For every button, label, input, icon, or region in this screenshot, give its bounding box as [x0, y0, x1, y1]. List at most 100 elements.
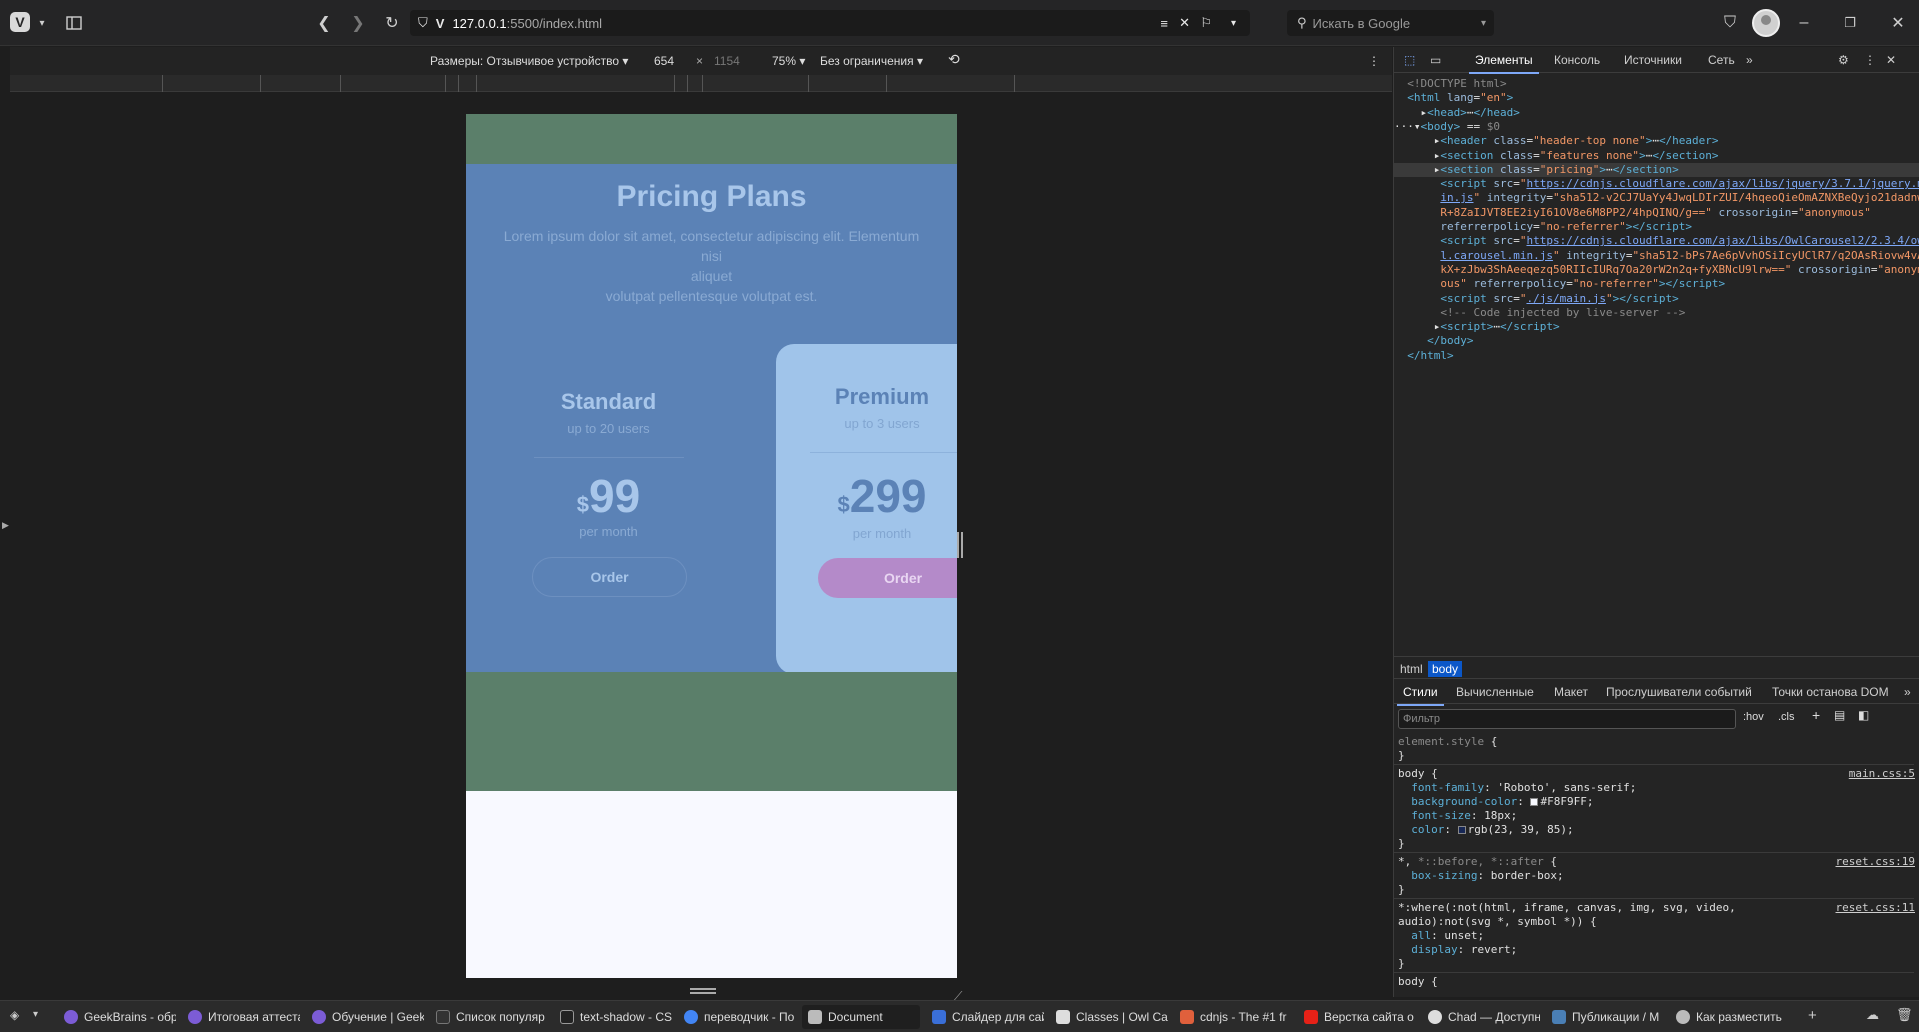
tab-network[interactable]: Сеть: [1708, 53, 1735, 67]
dom-line[interactable]: kX+zJbw3ShAeeqezq50RIIcIURq7Oa20rW2n2q+f…: [1394, 263, 1919, 277]
zoom-select[interactable]: 75% ▾: [772, 54, 805, 68]
browser-tab[interactable]: Итоговая аттеста: [182, 1005, 300, 1029]
browser-tab[interactable]: Публикации / M: [1546, 1005, 1664, 1029]
order-button-premium[interactable]: Order: [818, 558, 957, 598]
source-link[interactable]: reset.css:11: [1836, 901, 1915, 915]
gear-icon[interactable]: ⚙: [1838, 53, 1849, 67]
dom-tree[interactable]: <!DOCTYPE html> <html lang="en"> ▸<head>…: [1394, 77, 1919, 657]
styles-filter-input[interactable]: Фильтр: [1398, 709, 1736, 729]
back-icon[interactable]: ❮: [312, 11, 336, 35]
minimize-icon[interactable]: –: [1792, 11, 1816, 35]
dom-line[interactable]: ous" referrerpolicy="no-referrer"></scri…: [1394, 277, 1919, 291]
reload-icon[interactable]: ↻: [380, 11, 404, 35]
add-rule-icon[interactable]: +: [1812, 707, 1820, 723]
close-icon[interactable]: ✕: [1886, 11, 1910, 35]
dom-line[interactable]: <script src="./js/main.js"></script>: [1394, 292, 1919, 306]
browser-tab[interactable]: Обучение | Geek: [306, 1005, 424, 1029]
close-icon[interactable]: ✕: [1886, 53, 1896, 67]
crumb-html[interactable]: html: [1396, 661, 1427, 677]
restore-icon[interactable]: ❐: [1838, 11, 1862, 35]
avatar[interactable]: [1752, 9, 1780, 37]
source-link[interactable]: reset.css:19: [1836, 855, 1915, 869]
chevron-down-icon[interactable]: ▾: [33, 1009, 38, 1020]
dom-line[interactable]: <script src="https://cdnjs.cloudflare.co…: [1394, 234, 1919, 248]
order-button-standard[interactable]: Order: [532, 557, 687, 597]
dom-line[interactable]: <script src="https://cdnjs.cloudflare.co…: [1394, 177, 1919, 191]
inspect-icon[interactable]: ⬚: [1404, 53, 1415, 67]
tab-console[interactable]: Консоль: [1554, 53, 1600, 67]
paint-icon[interactable]: ▤: [1834, 708, 1845, 722]
resize-handle-bottom[interactable]: [690, 988, 716, 994]
cls-toggle[interactable]: .cls: [1778, 711, 1795, 723]
panel-toggle-icon[interactable]: [62, 11, 86, 35]
crumb-body[interactable]: body: [1428, 661, 1463, 677]
dom-line[interactable]: ···▾<body> == $0: [1394, 120, 1919, 134]
translate-icon[interactable]: ✕: [1179, 15, 1190, 31]
browser-tab[interactable]: GeekBrains - обр: [58, 1005, 176, 1029]
device-toggle-icon[interactable]: ▭: [1430, 53, 1441, 67]
browser-tab[interactable]: cdnjs - The #1 fr: [1174, 1005, 1292, 1029]
forward-icon[interactable]: ❯: [346, 11, 370, 35]
chevron-down-icon[interactable]: ▾: [1231, 18, 1236, 29]
browser-tab[interactable]: Classes | Owl Car: [1050, 1005, 1168, 1029]
throttle-select[interactable]: Без ограничения ▾: [820, 54, 923, 68]
dom-line[interactable]: in.js" integrity="sha512-v2CJ7UaYy4JwqLD…: [1394, 191, 1919, 205]
panel-expand-icon[interactable]: ▶: [2, 520, 9, 531]
browser-tab-active[interactable]: Document: [802, 1005, 920, 1029]
chevron-down-icon[interactable]: ▾: [30, 11, 54, 35]
sidebar-toggle-icon[interactable]: ◧: [1858, 708, 1869, 722]
dom-line[interactable]: referrerpolicy="no-referrer"></script>: [1394, 220, 1919, 234]
rotate-icon[interactable]: ⟲: [948, 51, 960, 68]
style-line: body {: [1398, 975, 1438, 988]
shield-icon[interactable]: ⛉: [1718, 11, 1742, 35]
resize-handle-right[interactable]: [957, 532, 963, 558]
dom-line[interactable]: </body>: [1394, 334, 1919, 348]
trash-icon[interactable]: 🗑: [1896, 1007, 1913, 1023]
media-query-ruler[interactable]: [10, 75, 1392, 92]
browser-tab[interactable]: Список популяр: [430, 1005, 548, 1029]
browser-tab[interactable]: Слайдер для сай: [926, 1005, 1044, 1029]
bookmark-icon[interactable]: ⚐: [1200, 15, 1212, 31]
tab-layout[interactable]: Макет: [1554, 685, 1588, 699]
hov-toggle[interactable]: :hov: [1743, 711, 1764, 723]
search-input[interactable]: ⚲ Искать в Google ▾: [1287, 10, 1494, 36]
tab-stack-icon[interactable]: ◈: [10, 1008, 19, 1022]
dom-line[interactable]: ▸<section class="features none">⋯</secti…: [1394, 149, 1919, 163]
new-tab-icon[interactable]: +: [1808, 1007, 1817, 1024]
browser-tab[interactable]: переводчик - По: [678, 1005, 796, 1029]
dom-line[interactable]: ▸<header class="header-top none">⋯</head…: [1394, 134, 1919, 148]
tab-elements[interactable]: Элементы: [1469, 53, 1539, 74]
dom-line[interactable]: </html>: [1394, 349, 1919, 363]
tab-event-listeners[interactable]: Прослушиватели событий: [1606, 685, 1752, 699]
dom-line[interactable]: R+8ZaIJVT8EE2iyI61OV8e6M8PP2/4hpQINQ/g==…: [1394, 206, 1919, 220]
styles-pane[interactable]: element.style { } body {main.css:5 font-…: [1394, 735, 1919, 997]
cloud-icon[interactable]: ☁: [1866, 1007, 1879, 1023]
more-options-icon[interactable]: ⋮: [1864, 53, 1876, 67]
dom-line[interactable]: ▸<script>⋯</script>: [1394, 320, 1919, 334]
tab-computed[interactable]: Вычисленные: [1456, 685, 1534, 699]
dom-line[interactable]: ▸<section class="pricing">⋯</section>: [1394, 162, 1919, 178]
more-tabs-icon[interactable]: »: [1746, 53, 1753, 67]
dom-line[interactable]: <!DOCTYPE html>: [1394, 77, 1919, 91]
more-tabs-icon[interactable]: »: [1904, 685, 1911, 699]
dom-line[interactable]: l.carousel.min.js" integrity="sha512-bPs…: [1394, 249, 1919, 263]
tab-dom-breakpoints[interactable]: Точки останова DOM: [1772, 685, 1889, 699]
source-link[interactable]: main.css:5: [1849, 767, 1915, 781]
height-input[interactable]: 1154: [714, 54, 740, 68]
more-options-icon[interactable]: ⋮: [1368, 54, 1380, 68]
dom-line[interactable]: <!-- Code injected by live-server -->: [1394, 306, 1919, 320]
tab-sources[interactable]: Источники: [1624, 53, 1682, 67]
dom-line[interactable]: ▸<head>⋯</head>: [1394, 106, 1919, 120]
chevron-down-icon[interactable]: ▾: [1481, 18, 1486, 29]
dom-line[interactable]: <html lang="en">: [1394, 91, 1919, 105]
vivaldi-menu-icon[interactable]: V: [10, 12, 30, 32]
address-bar[interactable]: ⛉ V 127.0.0.1 :5500/index.html ≡ ✕ ⚐ ▾: [410, 10, 1250, 36]
browser-tab[interactable]: Верстка сайта о: [1298, 1005, 1416, 1029]
tab-styles[interactable]: Стили: [1397, 685, 1444, 706]
browser-tab[interactable]: Как разместить: [1670, 1005, 1788, 1029]
reader-icon[interactable]: ≡: [1160, 16, 1168, 31]
browser-tab[interactable]: Chad — Доступн: [1422, 1005, 1540, 1029]
dimensions-select[interactable]: Размеры: Отзывчивое устройство ▾: [430, 54, 628, 68]
browser-tab[interactable]: text-shadow - CS: [554, 1005, 672, 1029]
width-input[interactable]: 654: [654, 54, 674, 68]
